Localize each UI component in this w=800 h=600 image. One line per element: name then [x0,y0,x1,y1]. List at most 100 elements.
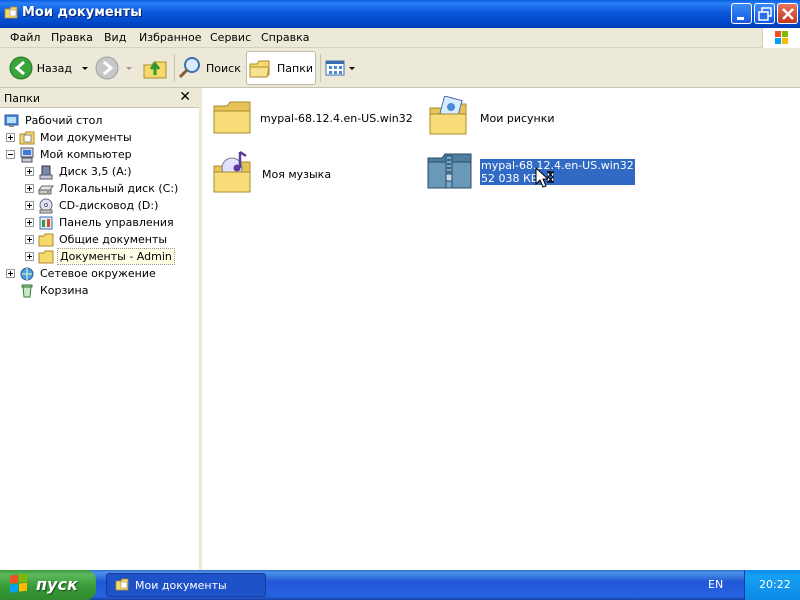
folder-documents-icon [115,578,129,591]
windows-flag-icon [775,31,788,44]
start-button[interactable]: пуск [0,570,96,600]
menu-bar: Файл Правка Вид Избранное Сервис Справка [0,28,800,48]
menu-edit[interactable]: Правка [51,31,93,44]
menu-file[interactable]: Файл [10,31,40,44]
folder-icon [38,250,54,263]
floppy-icon [39,165,53,179]
views-button[interactable] [324,51,360,85]
forward-arrow-icon [95,56,119,80]
file-item-my-pictures[interactable]: Мои рисунки [428,96,555,140]
toolbar-separator [320,54,321,82]
file-view[interactable]: mypal-68.12.4.en-US.win32 Мои рисунки Мо… [204,88,800,570]
title-bar[interactable]: Мои документы [0,0,800,28]
folder-documents-icon [4,6,18,19]
taskbar-window-label: Мои документы [135,579,227,592]
tree-item-my-documents[interactable]: Мои документы [6,129,134,146]
expand-icon[interactable] [25,184,34,193]
views-dropdown-icon[interactable] [349,66,355,70]
window-title: Мои документы [22,5,142,20]
tree-item-control-panel[interactable]: Панель управления [25,214,176,231]
expand-icon[interactable] [25,252,34,261]
folder-icon [38,233,54,246]
up-folder-button[interactable] [142,51,170,85]
expand-icon[interactable] [25,235,34,244]
back-button[interactable]: Назад [8,51,88,85]
control-panel-icon [39,216,53,229]
close-button[interactable] [777,3,798,24]
windows-logo [762,28,800,48]
views-icon [325,60,345,76]
windows-flag-icon [10,573,27,593]
hard-disk-icon [38,185,54,194]
folders-button[interactable]: Папки [246,51,316,85]
search-button[interactable]: Поиск [177,51,243,85]
forward-dropdown-icon[interactable] [126,66,132,70]
network-icon [20,267,34,280]
tree-item-my-computer[interactable]: Мой компьютер [6,146,134,163]
zip-archive-icon [427,153,472,189]
close-icon [782,8,794,20]
desktop-icon [4,114,19,127]
minimize-icon [737,17,744,20]
system-tray: 20:22 [744,570,800,600]
menu-tools[interactable]: Сервис [210,31,251,44]
folders-icon [249,60,270,78]
tree-item-cd-drive-d[interactable]: CD-дисковод (D:) [25,197,160,214]
search-icon [178,57,200,79]
folders-pane-header: Папки ✕ [0,88,199,108]
menu-view[interactable]: Вид [104,31,126,44]
back-label: Назад [36,61,72,75]
file-name: mypal-68.12.4.en-US.win32 [481,159,634,172]
tree-item-desktop[interactable]: Рабочий стол [4,112,104,129]
tree-item-floppy-a[interactable]: Диск 3,5 (A:) [25,163,134,180]
busy-cursor-icon [535,166,554,188]
expand-icon[interactable] [6,133,15,142]
menu-help[interactable]: Справка [261,31,309,44]
tree-item-shared-documents[interactable]: Общие документы [25,231,169,248]
tree-item-network[interactable]: Сетевое окружение [6,265,158,282]
search-label: Поиск [206,61,241,75]
file-item-mypal-zip[interactable]: mypal-68.12.4.en-US.win32 52 038 КБ [426,152,635,192]
collapse-icon[interactable] [6,150,15,159]
file-item-mypal-folder[interactable]: mypal-68.12.4.en-US.win32 [212,98,413,138]
cd-drive-icon [39,198,53,213]
my-computer-icon [20,147,34,162]
file-item-my-music[interactable]: Моя музыка [212,150,331,198]
folders-pane: Папки ✕ Рабочий стол Мои документы Мой к… [0,88,202,570]
maximize-button[interactable] [754,3,775,24]
folders-pane-title: Папки [4,92,40,105]
file-name: mypal-68.12.4.en-US.win32 [260,111,413,125]
back-arrow-icon [9,56,33,80]
tree-item-local-disk-c[interactable]: Локальный диск (C:) [25,180,180,197]
minimize-button[interactable] [731,3,752,24]
taskbar-window-my-documents[interactable]: Мои документы [106,573,266,597]
file-size: 52 038 КБ [481,172,539,185]
menu-favorites[interactable]: Избранное [139,31,201,44]
file-name: Мои рисунки [480,111,555,125]
restore-icon [758,7,772,21]
recycle-bin-icon [21,284,33,297]
toolbar: Назад Поиск Папки [0,48,800,88]
file-label: mypal-68.12.4.en-US.win32 52 038 КБ [480,159,635,185]
expand-icon[interactable] [25,167,34,176]
close-pane-icon[interactable]: ✕ [179,89,191,105]
language-indicator[interactable]: EN [708,578,723,591]
file-name: Моя музыка [262,167,332,181]
expand-icon[interactable] [6,269,15,278]
toolbar-separator [174,54,175,82]
up-folder-icon [143,61,167,79]
expand-icon[interactable] [25,218,34,227]
forward-button[interactable] [94,51,138,85]
clock[interactable]: 20:22 [759,578,791,591]
pictures-folder-icon [429,96,467,135]
back-dropdown-icon[interactable] [82,66,88,70]
folder-icon [213,101,251,134]
start-label: пуск [36,575,78,594]
tree-item-documents-admin[interactable]: Документы - Admin [25,248,175,265]
folders-label: Папки [277,61,313,75]
tree-item-recycle-bin[interactable]: Корзина [19,282,90,299]
expand-icon[interactable] [25,201,34,210]
music-folder-icon [213,150,251,193]
taskbar: пуск Мои документы EN 20:22 [0,570,800,600]
my-documents-icon [19,131,35,144]
